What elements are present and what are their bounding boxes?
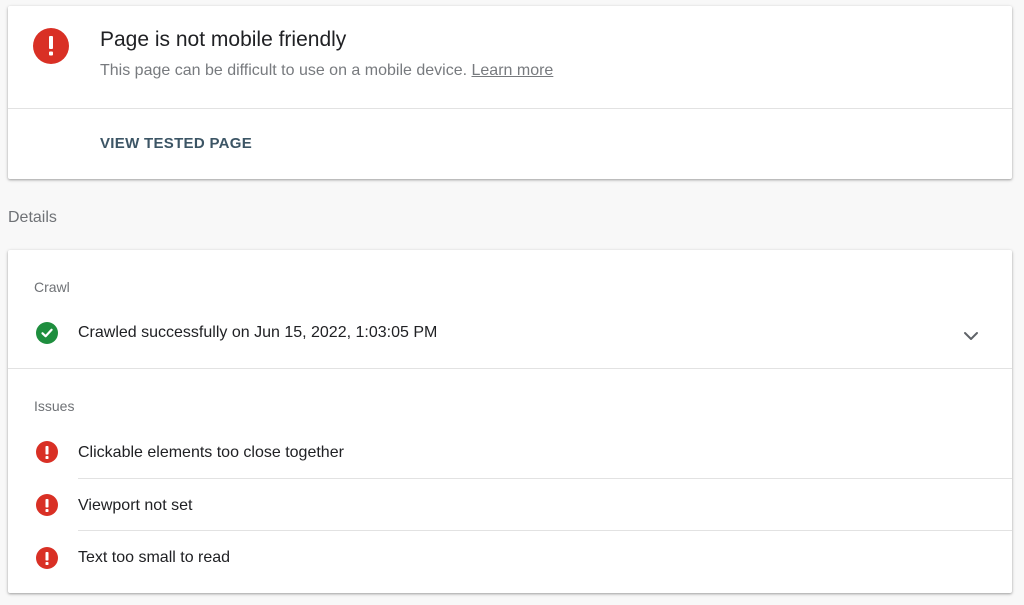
divider: [8, 368, 1012, 369]
check-circle-icon: [36, 322, 58, 344]
issue-label: Viewport not set: [78, 497, 193, 514]
issue-label: Text too small to read: [78, 549, 231, 566]
details-card: Crawl Crawled successfully on Jun 15, 20…: [8, 250, 1012, 593]
chevron-down-icon[interactable]: [961, 326, 981, 346]
details-heading: Details: [8, 209, 57, 226]
summary-subtitle: This page can be difficult to use on a m…: [100, 62, 553, 80]
crawl-label: Crawl: [34, 279, 70, 295]
issue-label: Clickable elements too close together: [78, 444, 344, 461]
error-icon: [36, 547, 58, 569]
summary-subtitle-text: This page can be difficult to use on a m…: [100, 62, 468, 79]
page-title: Page is not mobile friendly: [100, 28, 347, 51]
summary-card: Page is not mobile friendly This page ca…: [8, 6, 1012, 179]
learn-more-link[interactable]: Learn more: [472, 62, 554, 79]
divider: [78, 530, 1012, 531]
divider: [78, 478, 1012, 479]
divider: [8, 108, 1012, 109]
crawl-status: Crawled successfully on Jun 15, 2022, 1:…: [78, 324, 438, 341]
view-tested-page-button[interactable]: VIEW TESTED PAGE: [100, 135, 252, 152]
error-icon: [33, 28, 69, 64]
issues-label: Issues: [34, 398, 75, 414]
error-icon: [36, 441, 58, 463]
error-icon: [36, 494, 58, 516]
